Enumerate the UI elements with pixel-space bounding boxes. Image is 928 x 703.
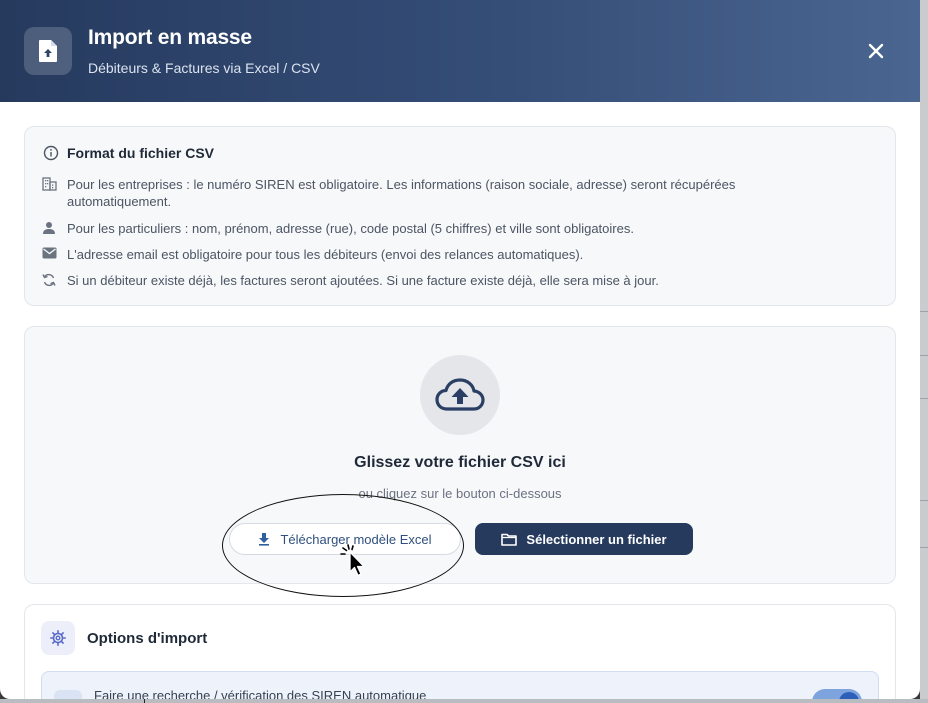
- gear-icon: [41, 621, 75, 655]
- info-circle-icon: [43, 145, 59, 161]
- page-bottom-mark: [144, 699, 145, 703]
- siren-toggle[interactable]: [812, 689, 862, 699]
- csv-format-title: Format du fichier CSV: [43, 145, 214, 161]
- info-row-email: L'adresse email est obligatoire pour tou…: [41, 246, 841, 263]
- info-row-individual: Pour les particuliers : nom, prénom, adr…: [41, 220, 841, 237]
- toggle-knob: [839, 692, 859, 699]
- cloud-upload-icon: [420, 355, 500, 435]
- dropzone-title: Glissez votre fichier CSV ici: [354, 454, 566, 471]
- close-icon: [868, 43, 884, 59]
- options-title: Options d'import: [87, 630, 208, 647]
- mail-icon: [41, 246, 57, 263]
- folder-icon: [501, 533, 518, 546]
- page-backdrop: [920, 0, 928, 703]
- info-row-company: Pour les entreprises : le numéro SIREN e…: [41, 176, 841, 210]
- close-button[interactable]: [862, 37, 890, 65]
- modal-header: Import en masse Débiteurs & Factures via…: [0, 0, 920, 102]
- file-upload-icon: [24, 27, 72, 75]
- select-file-button[interactable]: Sélectionner un fichier: [475, 523, 693, 555]
- modal-title: Import en masse: [88, 26, 252, 49]
- info-row-sync: Si un débiteur existe déjà, les factures…: [41, 272, 841, 289]
- download-icon: [259, 533, 270, 546]
- dropzone-subtitle: ou cliquez sur le bouton ci-dessous: [358, 486, 562, 501]
- siren-option-row[interactable]: Faire une recherche / vérification des S…: [41, 671, 879, 699]
- modal-subtitle: Débiteurs & Factures via Excel / CSV: [88, 60, 320, 76]
- siren-option-label: Faire une recherche / vérification des S…: [94, 688, 427, 699]
- import-modal: Import en masse Débiteurs & Factures via…: [0, 0, 920, 699]
- page-bottom-edge: [0, 699, 928, 703]
- download-template-button[interactable]: Télécharger modèle Excel: [229, 523, 461, 555]
- sync-icon: [41, 272, 57, 289]
- search-icon: [54, 690, 82, 699]
- building-icon: [41, 176, 57, 210]
- person-icon: [41, 220, 57, 237]
